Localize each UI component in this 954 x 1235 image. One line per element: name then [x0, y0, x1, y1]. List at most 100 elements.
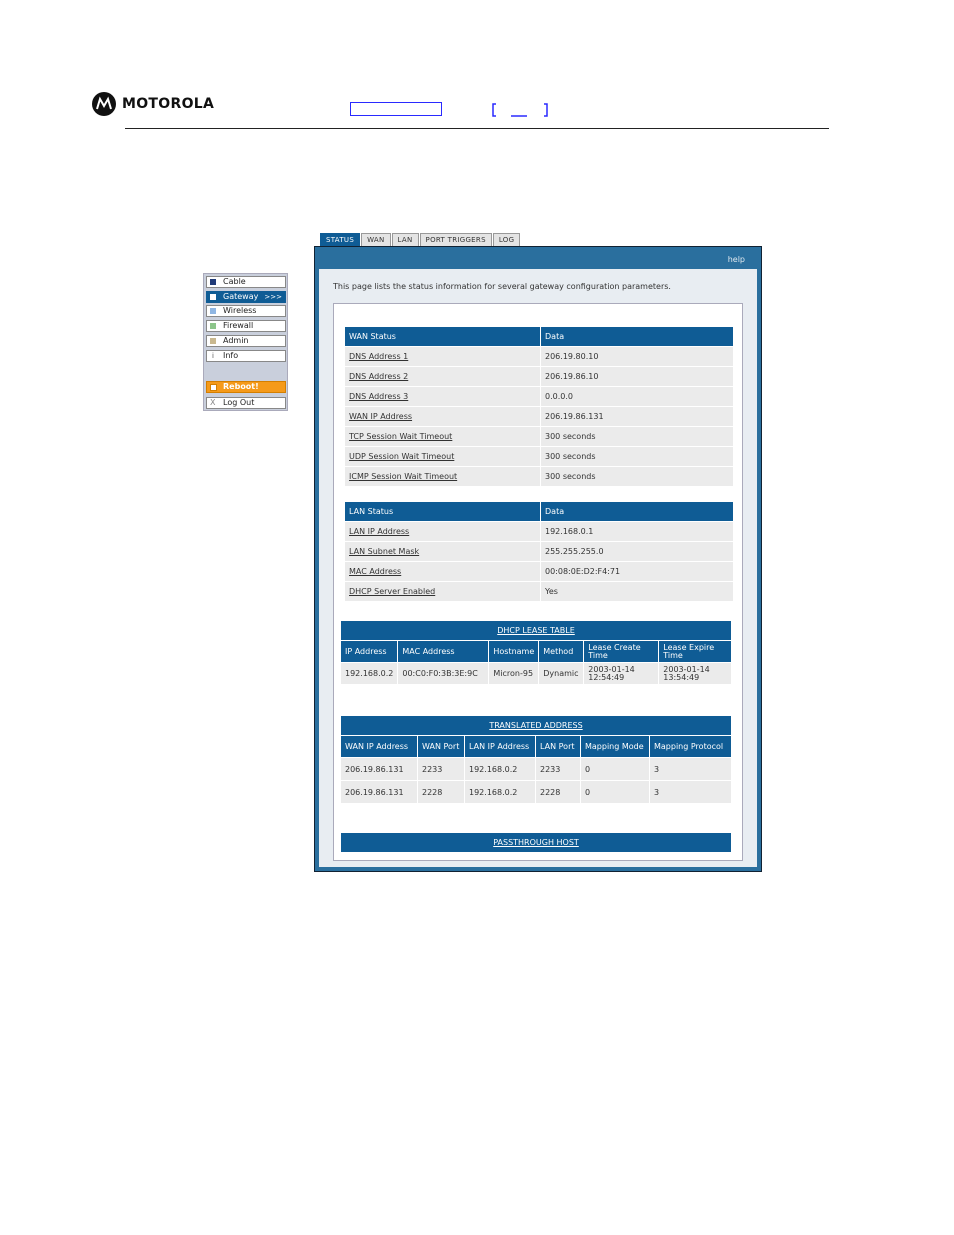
- table-row: 192.168.0.2 00:C0:F0:3B:3E:9C Micron-95 …: [339, 662, 732, 685]
- menu-item-info[interactable]: i Info: [206, 350, 286, 362]
- table-cell: 2228: [417, 780, 465, 804]
- dhcp-lease-table-title[interactable]: DHCP LEASE TABLE: [340, 620, 732, 641]
- tcp-timeout-link[interactable]: TCP Session Wait Timeout: [344, 426, 541, 447]
- brand-name: MOTOROLA: [122, 96, 215, 112]
- table-cell: 0: [580, 757, 650, 781]
- table-header: WAN Status: [344, 326, 541, 347]
- table-cell: 2233: [535, 757, 581, 781]
- table-header: Lease Expire Time: [658, 640, 732, 663]
- motorola-logo: MOTOROLA: [92, 92, 214, 116]
- table-row: WAN IP Address 206.19.86.131: [344, 406, 734, 427]
- tab-status[interactable]: STATUS: [320, 233, 361, 246]
- table-row: LAN IP Address 192.168.0.1: [344, 521, 734, 542]
- table-row: DNS Address 3 0.0.0.0: [344, 386, 734, 407]
- side-menu: Cable Gateway >>> Wireless Firewall Admi…: [203, 273, 288, 411]
- menu-item-label: Admin: [223, 336, 249, 345]
- wireless-icon: [210, 308, 216, 314]
- reboot-label: Reboot!: [223, 382, 259, 391]
- firewall-icon: [210, 323, 216, 329]
- admin-icon: [210, 338, 216, 344]
- tab-lan[interactable]: LAN: [391, 233, 419, 246]
- menu-item-label: Gateway: [223, 292, 259, 301]
- tab-wan[interactable]: WAN: [361, 233, 391, 246]
- logout-label: Log Out: [223, 398, 255, 407]
- logout-button[interactable]: X Log Out: [206, 397, 286, 409]
- passthrough-host-title[interactable]: PASSTHROUGH HOST: [340, 832, 732, 853]
- lan-ip-address-link[interactable]: LAN IP Address: [344, 521, 541, 542]
- udp-timeout-link[interactable]: UDP Session Wait Timeout: [344, 446, 541, 467]
- close-icon: X: [210, 398, 216, 407]
- table-cell: Yes: [540, 581, 734, 602]
- dns-address-3-link[interactable]: DNS Address 3: [344, 386, 541, 407]
- table-cell: 00:C0:F0:3B:3E:9C: [397, 662, 490, 685]
- table-header: LAN Status: [344, 501, 541, 522]
- table-row: DHCP Server Enabled Yes: [344, 581, 734, 602]
- reboot-button[interactable]: Reboot!: [206, 381, 286, 393]
- menu-item-firewall[interactable]: Firewall: [206, 320, 286, 332]
- lan-subnet-mask-link[interactable]: LAN Subnet Mask: [344, 541, 541, 562]
- table-header: WAN Port: [417, 735, 465, 758]
- help-link[interactable]: help: [728, 255, 745, 264]
- table-cell: 0.0.0.0: [540, 386, 734, 407]
- translated-address-table: TRANSLATED ADDRESS WAN IP Address WAN Po…: [340, 715, 732, 804]
- dhcp-server-enabled-link[interactable]: DHCP Server Enabled: [344, 581, 541, 602]
- wan-ip-address-link[interactable]: WAN IP Address: [344, 406, 541, 427]
- table-cell: 300 seconds: [540, 446, 734, 467]
- table-header: WAN IP Address: [340, 735, 418, 758]
- translated-address-title[interactable]: TRANSLATED ADDRESS: [340, 715, 732, 736]
- table-row: LAN Subnet Mask 255.255.255.0: [344, 541, 734, 562]
- active-arrows: >>>: [264, 293, 282, 301]
- table-cell: 2233: [417, 757, 465, 781]
- lan-status-table: LAN Status Data LAN IP Address 192.168.0.…: [344, 501, 734, 602]
- table-cell: 2003-01-14 12:54:49: [583, 662, 660, 685]
- table-cell: 192.168.0.1: [540, 521, 734, 542]
- table-header: Method: [538, 640, 585, 663]
- header-bracket-icon[interactable]: [492, 102, 548, 118]
- table-cell: 00:08:0E:D2:F4:71: [540, 561, 734, 582]
- header-link-box[interactable]: [350, 102, 442, 116]
- cable-icon: [210, 279, 216, 285]
- table-row: MAC Address 00:08:0E:D2:F4:71: [344, 561, 734, 582]
- table-row: 206.19.86.131 2233 192.168.0.2 2233 0 3: [340, 757, 732, 781]
- table-cell: Dynamic: [538, 662, 585, 685]
- table-row: DNS Address 2 206.19.86.10: [344, 366, 734, 387]
- icmp-timeout-link[interactable]: ICMP Session Wait Timeout: [344, 466, 541, 487]
- table-cell: 2228: [535, 780, 581, 804]
- table-row: ICMP Session Wait Timeout 300 seconds: [344, 466, 734, 487]
- content-frame: help This page lists the status informat…: [314, 246, 762, 872]
- table-header: Hostname: [488, 640, 540, 663]
- dns-address-1-link[interactable]: DNS Address 1: [344, 346, 541, 367]
- menu-item-admin[interactable]: Admin: [206, 335, 286, 347]
- table-cell: 0: [580, 780, 650, 804]
- table-cell: 3: [649, 780, 732, 804]
- table-row: DNS Address 1 206.19.80.10: [344, 346, 734, 367]
- table-cell: 300 seconds: [540, 466, 734, 487]
- menu-item-label: Firewall: [223, 321, 254, 330]
- tab-log[interactable]: LOG: [492, 233, 521, 246]
- dns-address-2-link[interactable]: DNS Address 2: [344, 366, 541, 387]
- table-cell: 3: [649, 757, 732, 781]
- wan-status-table: WAN Status Data DNS Address 1 206.19.80.1…: [344, 326, 734, 487]
- table-header: LAN IP Address: [464, 735, 536, 758]
- table-header: Data: [540, 501, 734, 522]
- table-row: TCP Session Wait Timeout 300 seconds: [344, 426, 734, 447]
- menu-item-label: Wireless: [223, 306, 257, 315]
- table-cell: 255.255.255.0: [540, 541, 734, 562]
- status-panel: WAN Status Data DNS Address 1 206.19.80.1…: [333, 303, 743, 861]
- passthrough-host-table: PASSTHROUGH HOST: [340, 832, 732, 853]
- menu-item-wireless[interactable]: Wireless: [206, 305, 286, 317]
- motorola-emblem-icon: [92, 92, 116, 116]
- table-header: Lease Create Time: [583, 640, 660, 663]
- table-header: Data: [540, 326, 734, 347]
- tab-port-triggers[interactable]: PORT TRIGGERS: [419, 233, 492, 246]
- menu-item-gateway[interactable]: Gateway >>>: [206, 291, 286, 303]
- table-cell: 206.19.86.131: [340, 757, 418, 781]
- table-row: 206.19.86.131 2228 192.168.0.2 2228 0 3: [340, 780, 732, 804]
- table-cell: 300 seconds: [540, 426, 734, 447]
- mac-address-link[interactable]: MAC Address: [344, 561, 541, 582]
- tab-bar: STATUS WAN LAN PORT TRIGGERS LOG: [320, 233, 521, 246]
- info-icon: i: [212, 352, 214, 360]
- table-cell: 2003-01-14 13:54:49: [658, 662, 732, 685]
- menu-item-cable[interactable]: Cable: [206, 276, 286, 288]
- page-description: This page lists the status information f…: [333, 282, 671, 291]
